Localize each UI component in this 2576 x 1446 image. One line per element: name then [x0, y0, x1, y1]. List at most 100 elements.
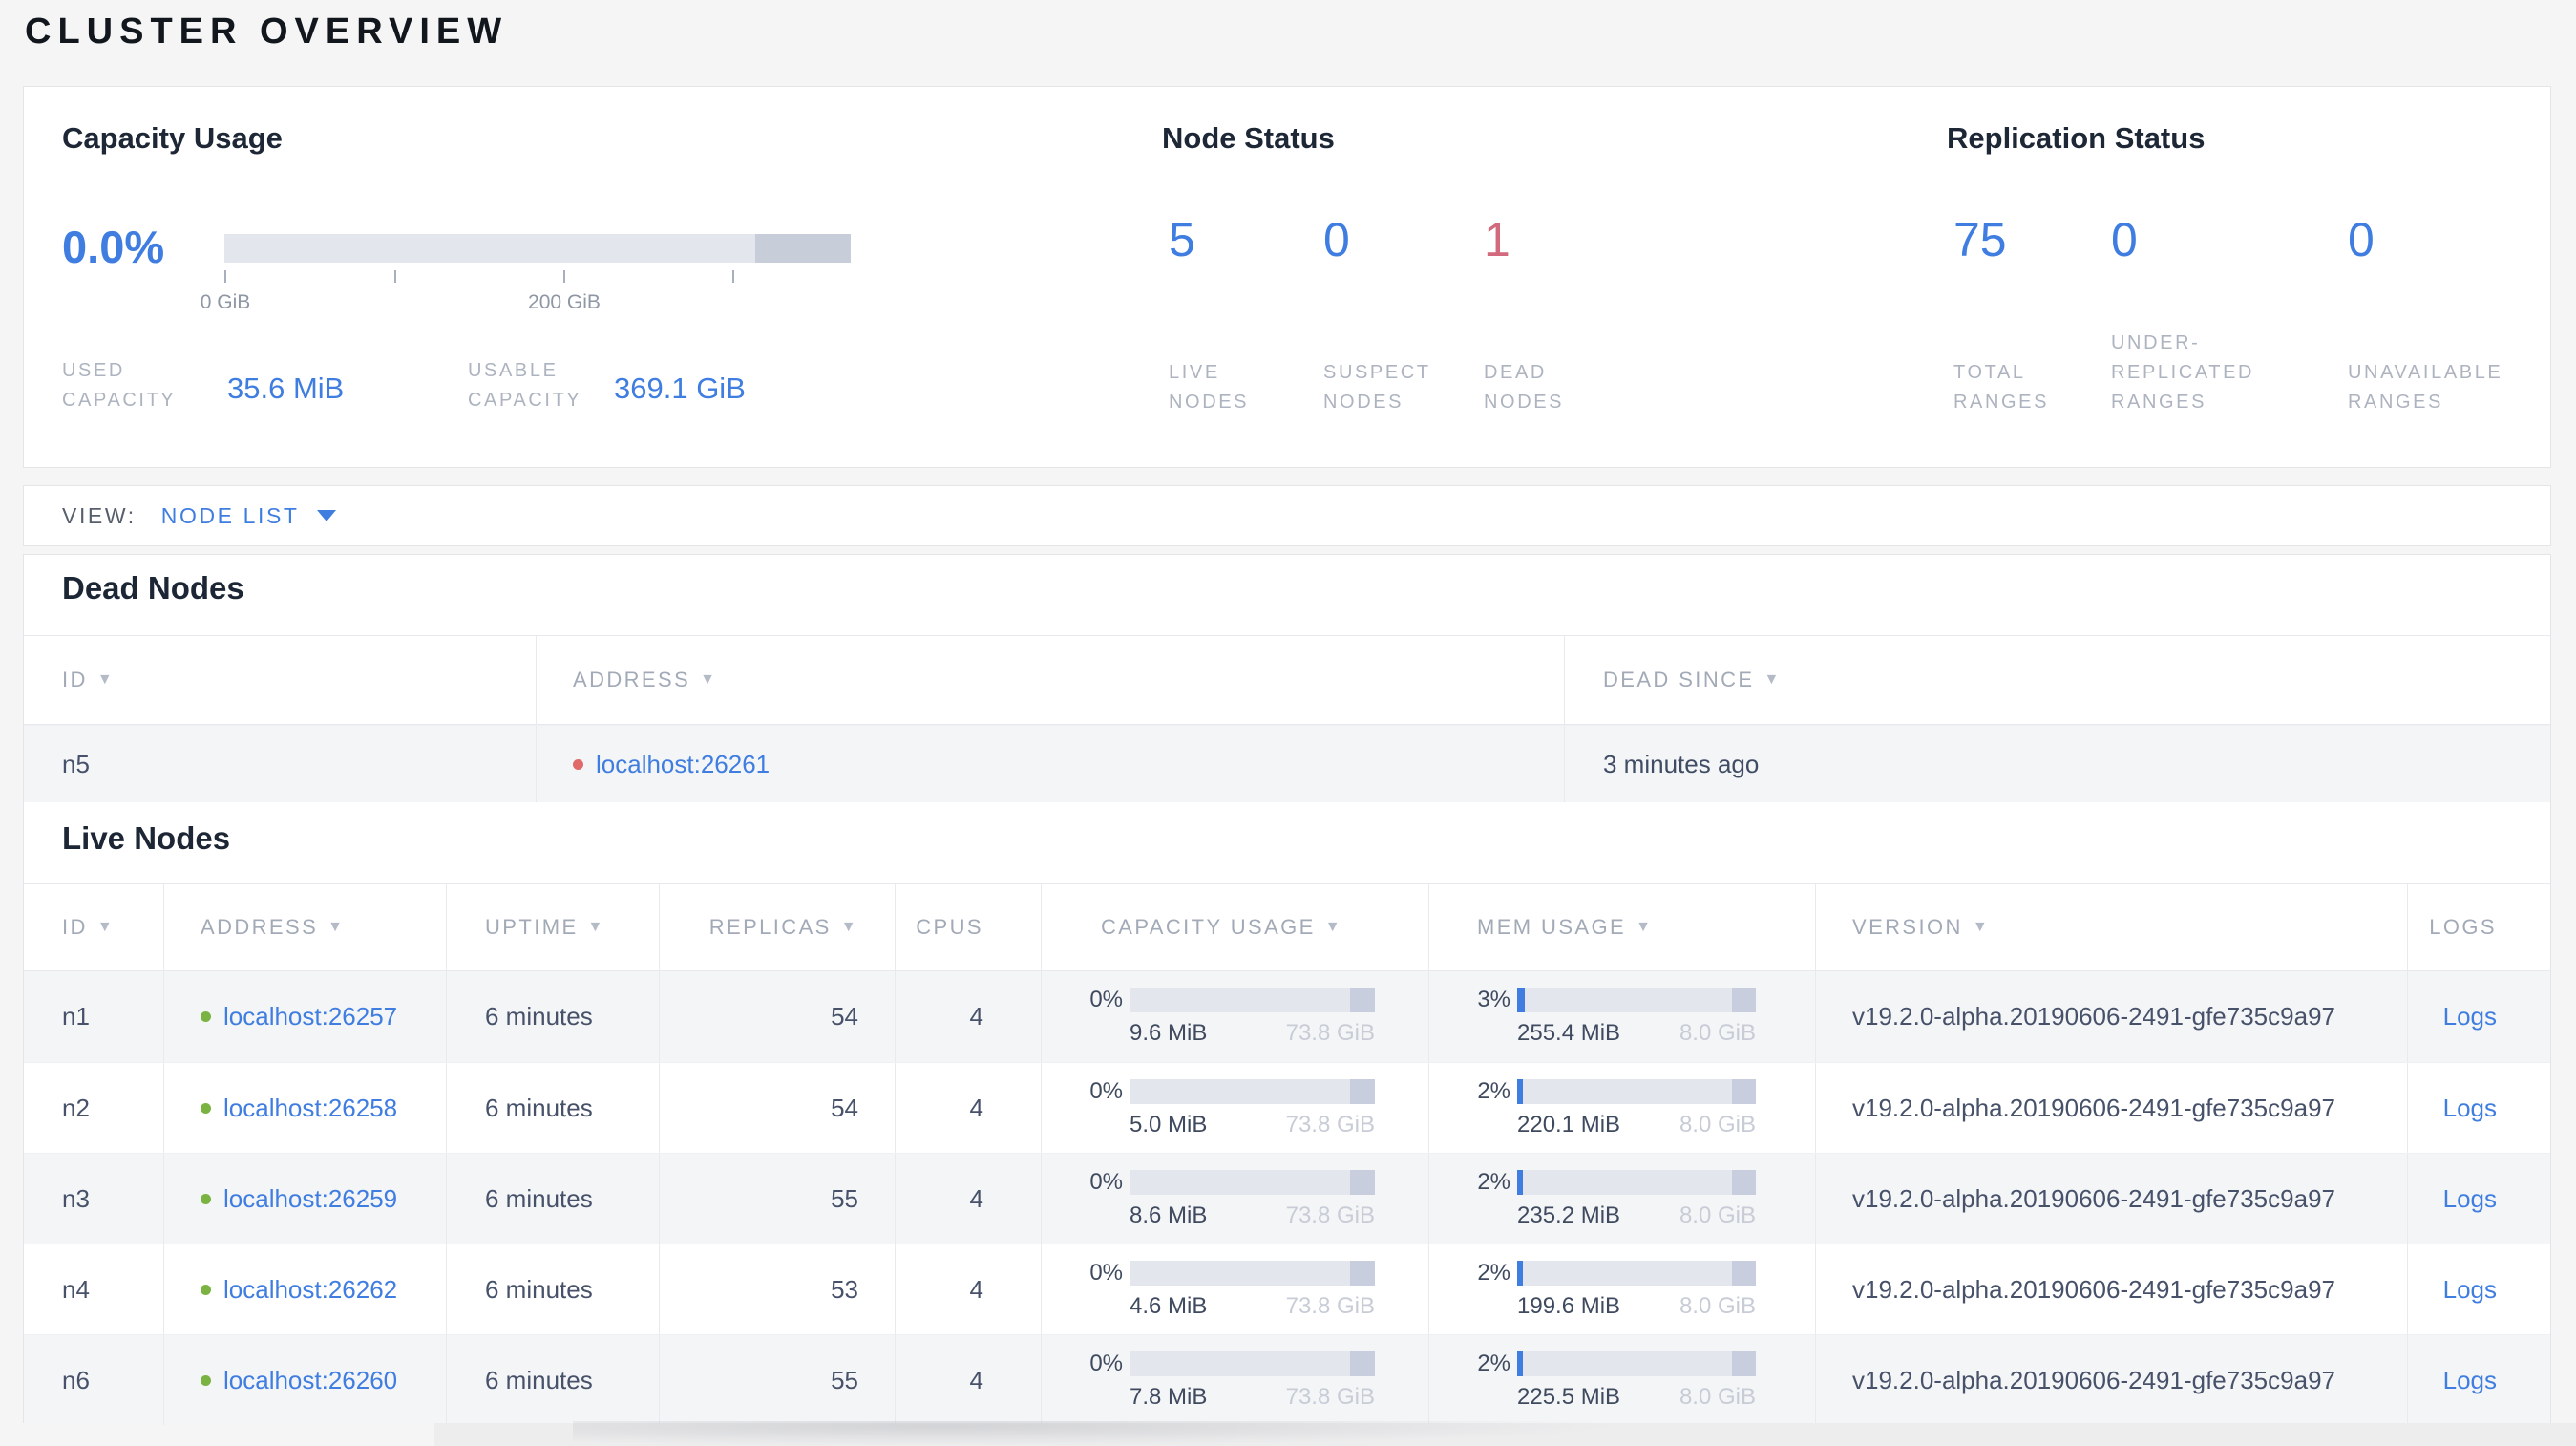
node-address-link[interactable]: localhost:26259 — [223, 1184, 397, 1214]
mem-total-value: 8.0 GiB — [1679, 1383, 1756, 1410]
table-row: n4 localhost:26262 6 minutes 53 4 0% 4.6… — [24, 1244, 2550, 1334]
dead-nodes-heading: Dead Nodes — [62, 570, 244, 606]
capacity-percent: 0.0% — [62, 222, 165, 272]
sort-arrow-icon: ▼ — [327, 919, 346, 935]
bar-reserved-segment — [1350, 1169, 1375, 1195]
node-replicas: 54 — [659, 1063, 895, 1153]
column-header-id[interactable]: ID ▼ — [24, 636, 536, 724]
bar-fill — [1517, 1169, 1524, 1195]
bar-reserved-segment — [1350, 1078, 1375, 1104]
dead-status-dot-icon — [573, 758, 583, 770]
under-replicated-label: UNDER- REPLICATED RANGES — [2111, 332, 2255, 413]
table-row: n1 localhost:26257 6 minutes 54 4 0% 9.6… — [24, 971, 2550, 1062]
node-id: n1 — [62, 1002, 90, 1031]
logs-link[interactable]: Logs — [2443, 1366, 2497, 1395]
sort-arrow-icon: ▼ — [96, 671, 116, 688]
capacity-usage-cell: 0% 8.6 MiB 73.8 GiB — [1041, 1154, 1428, 1244]
logs-cell: Logs — [2407, 1335, 2550, 1425]
node-address-cell: localhost:26261 — [536, 726, 1564, 802]
table-row: n3 localhost:26259 6 minutes 55 4 0% 8.6… — [24, 1153, 2550, 1244]
live-status-dot-icon — [201, 1284, 211, 1295]
chevron-down-icon[interactable] — [316, 510, 336, 521]
node-replicas: 54 — [659, 971, 895, 1062]
logs-link[interactable]: Logs — [2443, 1184, 2497, 1214]
suspect-nodes-label: SUSPECT NODES — [1323, 362, 1431, 413]
capacity-used-value: 4.6 MiB — [1130, 1292, 1208, 1319]
capacity-usage-cell: 0% 9.6 MiB 73.8 GiB — [1041, 971, 1428, 1062]
node-address-link[interactable]: localhost:26258 — [223, 1094, 397, 1123]
column-header-dead-since[interactable]: DEAD SINCE ▼ — [1564, 636, 2550, 724]
column-header-mem-usage[interactable]: MEM USAGE ▼ — [1428, 884, 1815, 970]
column-header-address[interactable]: ADDRESS ▼ — [536, 636, 1564, 724]
capacity-usage-cell: 0% 7.8 MiB 73.8 GiB — [1041, 1335, 1428, 1425]
used-capacity-value: 35.6 MiB — [227, 372, 345, 405]
capacity-used-value: 7.8 MiB — [1130, 1383, 1208, 1410]
usable-capacity-label: USABLE CAPACITY — [468, 360, 582, 411]
sort-arrow-icon: ▼ — [1324, 919, 1342, 935]
live-table-header: ID ▼ ADDRESS ▼ UPTIME ▼ REPLICAS ▼ CPUS CAPA… — [24, 884, 2550, 971]
live-status-dot-icon — [201, 1193, 211, 1204]
mem-usage-cell: 2% 220.1 MiB 8.0 GiB — [1428, 1063, 1815, 1153]
node-address-link[interactable]: localhost:26261 — [596, 750, 770, 779]
node-address-cell: localhost:26259 — [163, 1154, 446, 1244]
column-header-cpus[interactable]: CPUS — [895, 884, 1041, 970]
total-ranges-label: TOTAL RANGES — [1953, 362, 2050, 413]
unavailable-ranges-count: 0 — [2348, 213, 2375, 266]
capacity-usage-cell: 0% 4.6 MiB 73.8 GiB — [1041, 1244, 1428, 1334]
column-header-id[interactable]: ID ▼ — [24, 884, 163, 970]
live-status-dot-icon — [201, 1374, 211, 1386]
node-address-link[interactable]: localhost:26257 — [223, 1002, 397, 1031]
logs-link[interactable]: Logs — [2443, 1002, 2497, 1031]
node-id: n3 — [62, 1183, 90, 1213]
view-selector-dropdown[interactable]: NODE LIST — [161, 503, 300, 529]
total-ranges-count: 75 — [1953, 213, 2007, 266]
dead-nodes-table: ID ▼ ADDRESS ▼ DEAD SINCE ▼ n5 localhost:26… — [24, 635, 2550, 802]
logs-link[interactable]: Logs — [2443, 1094, 2497, 1123]
column-header-logs[interactable]: LOGS — [2407, 884, 2550, 970]
sort-arrow-icon: ▼ — [840, 919, 858, 935]
capacity-usage-cell: 0% 5.0 MiB 73.8 GiB — [1041, 1063, 1428, 1153]
column-header-capacity-usage[interactable]: CAPACITY USAGE ▼ — [1041, 884, 1428, 970]
column-header-replicas[interactable]: REPLICAS ▼ — [659, 884, 895, 970]
logs-cell: Logs — [2407, 1154, 2550, 1244]
axis-tick-label: 200 GiB — [528, 291, 601, 313]
sort-arrow-icon: ▼ — [1972, 919, 1991, 935]
capacity-percent-label: 0% — [1089, 1168, 1123, 1195]
capacity-usage-bar — [1130, 1169, 1375, 1195]
live-nodes-count: 5 — [1169, 213, 1195, 266]
table-row: n2 localhost:26258 6 minutes 54 4 0% 5.0… — [24, 1062, 2550, 1153]
suspect-nodes-count: 0 — [1323, 213, 1350, 266]
mem-percent-label: 3% — [1477, 987, 1510, 1012]
mem-usage-cell: 2% 225.5 MiB 8.0 GiB — [1428, 1335, 1815, 1425]
mem-used-value: 255.4 MiB — [1517, 1020, 1621, 1046]
bar-reserved-segment — [1732, 1350, 1756, 1376]
capacity-used-value: 8.6 MiB — [1130, 1201, 1208, 1228]
dead-nodes-label: DEAD NODES — [1484, 362, 1565, 413]
cluster-overview-page: CLUSTER OVERVIEW Capacity Usage 0.0% 0 G… — [0, 0, 2576, 1446]
mem-used-value: 199.6 MiB — [1517, 1292, 1621, 1319]
sort-arrow-icon: ▼ — [700, 671, 718, 688]
node-uptime: 6 minutes — [446, 1335, 659, 1425]
dead-table-header: ID ▼ ADDRESS ▼ DEAD SINCE ▼ — [24, 636, 2550, 725]
page-title: CLUSTER OVERVIEW — [25, 11, 509, 52]
capacity-usage-bar — [1130, 1260, 1375, 1286]
capacity-usage-title: Capacity Usage — [62, 121, 283, 155]
capacity-total-value: 73.8 GiB — [1285, 1020, 1375, 1046]
logs-link[interactable]: Logs — [2443, 1275, 2497, 1305]
node-cpus: 4 — [895, 971, 1041, 1062]
nodes-section: Dead Nodes ID ▼ ADDRESS ▼ DEAD SINCE ▼ n5 l… — [23, 554, 2551, 1425]
capacity-percent-label: 0% — [1089, 1077, 1123, 1104]
node-version: v19.2.0-alpha.20190606-2491-gfe735c9a97 — [1815, 1244, 2407, 1334]
column-header-version[interactable]: VERSION ▼ — [1815, 884, 2407, 970]
column-header-address[interactable]: ADDRESS ▼ — [163, 884, 446, 970]
live-nodes-label: LIVE NODES — [1169, 362, 1250, 413]
bottom-shadow — [573, 1421, 1623, 1446]
node-replicas: 55 — [659, 1154, 895, 1244]
node-address-link[interactable]: localhost:26260 — [223, 1366, 397, 1395]
capacity-usage-bar — [1130, 1078, 1375, 1104]
node-address-link[interactable]: localhost:26262 — [223, 1275, 397, 1305]
live-nodes-heading: Live Nodes — [62, 820, 231, 856]
column-header-uptime[interactable]: UPTIME ▼ — [446, 884, 659, 970]
mem-used-value: 235.2 MiB — [1517, 1201, 1621, 1228]
live-rows-container: n1 localhost:26257 6 minutes 54 4 0% 9.6… — [24, 971, 2550, 1425]
